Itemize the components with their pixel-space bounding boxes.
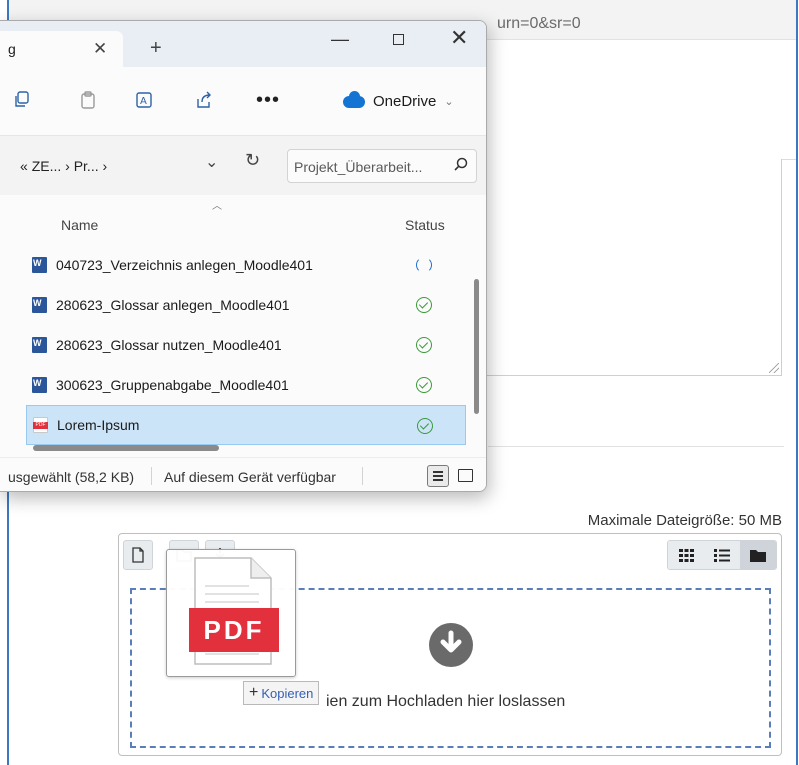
available-check-icon [417, 418, 433, 434]
copy-tooltip-label: Kopieren [261, 685, 314, 701]
column-header-status[interactable]: Status [405, 217, 445, 233]
status-separator [151, 467, 152, 485]
file-explorer-window: g ✕ + — ✕ A ••• OneDrive ⌄ « ZE... › Pr.… [0, 20, 487, 492]
file-row[interactable]: 040723_Verzeichnis anlegen_Moodle401 [26, 245, 466, 285]
url-text: urn=0&sr=0 [497, 15, 581, 32]
breadcrumb-item[interactable]: ZE... [32, 158, 62, 174]
available-check-icon [416, 297, 432, 313]
download-circle-icon [429, 623, 473, 667]
file-name: 280623_Glossar anlegen_Moodle401 [56, 297, 290, 313]
address-history-chevron-icon[interactable]: ⌄ [205, 152, 218, 172]
file-list: ︿ Name Status 040723_Verzeichnis anlegen… [0, 195, 486, 457]
svg-text:A: A [140, 96, 147, 107]
command-bar: A ••• OneDrive ⌄ [0, 67, 486, 135]
dropzone-instructions: ien zum Hochladen hier loslassen [326, 693, 566, 710]
word-file-icon [32, 257, 47, 273]
drag-preview: PDF [166, 549, 296, 677]
plus-icon: + [249, 684, 259, 701]
tab-title: g [8, 41, 16, 57]
breadcrumb-separator-icon: › [102, 158, 108, 174]
search-placeholder: Projekt_Überarbeit... [294, 159, 423, 175]
word-file-icon [32, 337, 47, 353]
file-rows: 040723_Verzeichnis anlegen_Moodle401 280… [26, 245, 466, 445]
copy-tooltip: + Kopieren [243, 681, 320, 705]
list-icon [714, 548, 730, 562]
file-row-selected[interactable]: Lorem-Ipsum [26, 405, 466, 445]
file-name: 280623_Glossar nutzen_Moodle401 [56, 337, 282, 353]
view-list-button[interactable] [704, 541, 740, 569]
search-input[interactable]: Projekt_Überarbeit... [287, 149, 477, 183]
max-file-size-label: Maximale Dateigröße: 50 MB [587, 512, 782, 529]
pdf-badge: PDF [189, 608, 279, 652]
maximize-icon[interactable] [393, 34, 404, 45]
refresh-icon[interactable]: ↻ [245, 150, 260, 171]
file-row[interactable]: 280623_Glossar nutzen_Moodle401 [26, 325, 466, 365]
file-name: 300623_Gruppenabgabe_Moodle401 [56, 377, 289, 393]
grid-icon [678, 548, 694, 562]
close-window-icon[interactable]: ✕ [450, 25, 468, 51]
new-tab-icon[interactable]: + [150, 37, 162, 60]
column-header-name[interactable]: Name [61, 217, 98, 233]
explorer-titlebar[interactable]: g ✕ + — ✕ [0, 21, 486, 67]
more-options-icon[interactable]: ••• [256, 89, 280, 112]
view-icons-button[interactable] [668, 541, 704, 569]
minimize-icon[interactable]: — [331, 29, 349, 50]
copy-icon[interactable] [14, 91, 30, 114]
sort-caret-icon: ︿ [212, 201, 222, 212]
folder-filled-icon [750, 549, 766, 562]
description-textarea[interactable] [486, 159, 782, 376]
chevron-down-icon: ⌄ [444, 96, 454, 108]
resize-grip-icon[interactable] [769, 363, 779, 373]
pdf-file-icon [33, 417, 48, 433]
file-row[interactable]: 280623_Glossar anlegen_Moodle401 [26, 285, 466, 325]
word-file-icon [32, 377, 47, 393]
tab-close-icon[interactable]: ✕ [93, 39, 107, 59]
view-tree-button[interactable] [740, 541, 776, 569]
explorer-statusbar: usgewählt (58,2 KB) Auf diesem Gerät ver… [0, 457, 486, 491]
horizontal-scrollbar[interactable] [33, 445, 219, 451]
vertical-scrollbar[interactable] [474, 279, 479, 414]
tiles-view-icon[interactable] [458, 469, 473, 482]
selection-info: usgewählt (58,2 KB) [8, 469, 135, 485]
breadcrumb-overflow[interactable]: « [20, 158, 28, 174]
add-file-button[interactable] [123, 540, 153, 570]
rename-icon[interactable]: A [136, 91, 154, 114]
onedrive-label: OneDrive [373, 93, 437, 110]
available-check-icon [416, 377, 432, 393]
availability-info: Auf diesem Gerät verfügbar [164, 469, 336, 485]
view-switcher [667, 540, 777, 570]
available-check-icon [416, 337, 432, 353]
file-name: Lorem-Ipsum [57, 417, 140, 433]
onedrive-cloud-icon [343, 90, 365, 108]
sync-pending-icon [416, 257, 432, 273]
search-icon [454, 157, 468, 175]
file-name: 040723_Verzeichnis anlegen_Moodle401 [56, 257, 313, 273]
address-row: « ZE... › Pr... › ⌄ ↻ Projekt_Überarbeit… [0, 135, 486, 195]
file-row[interactable]: 300623_Gruppenabgabe_Moodle401 [26, 365, 466, 405]
explorer-tab[interactable]: g ✕ [0, 31, 123, 67]
details-view-icon[interactable] [427, 465, 449, 487]
paste-icon[interactable] [80, 91, 96, 114]
word-file-icon [32, 297, 47, 313]
section-divider [488, 446, 784, 447]
file-add-icon [132, 547, 144, 563]
onedrive-button[interactable]: OneDrive ⌄ [343, 90, 454, 110]
share-icon[interactable] [195, 91, 213, 114]
window-border-right [796, 0, 798, 765]
status-separator [362, 467, 363, 485]
breadcrumb-item[interactable]: Pr... [74, 158, 99, 174]
breadcrumb[interactable]: « ZE... › Pr... › [20, 158, 107, 174]
breadcrumb-separator-icon: › [65, 158, 70, 174]
